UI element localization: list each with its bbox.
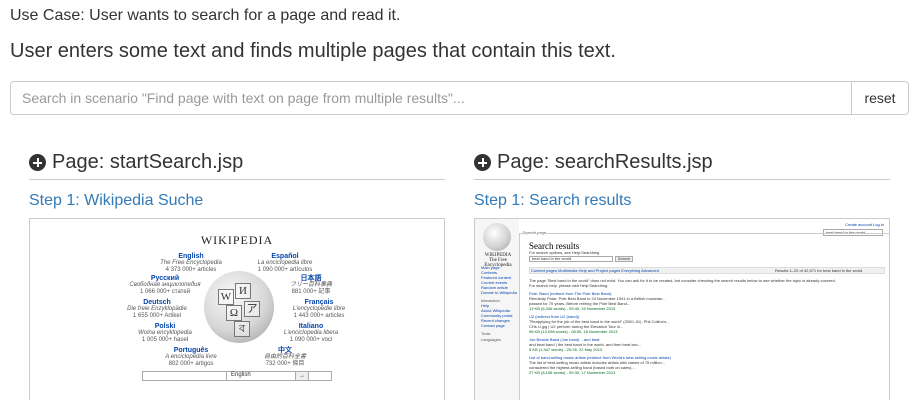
- lang-entry-portugues: Português A enciclopédia livre 802 000+ …: [165, 347, 217, 367]
- lang-entry-francais: Français L'encyclopédie libre 1 443 000+…: [292, 299, 346, 319]
- page-heading[interactable]: Page: searchResults.jsp: [474, 150, 890, 180]
- usecase-title: Use Case: User wants to search for a pag…: [10, 7, 401, 24]
- page-heading[interactable]: Page: startSearch.jsp: [29, 150, 445, 180]
- plus-circle-icon[interactable]: [474, 154, 491, 171]
- lang-entry-russian: Русский Свободная энциклопедия 1 066 000…: [129, 275, 201, 295]
- wikipedia-globe-icon: W И Ω ア ব: [204, 271, 274, 343]
- screenshot-search-results[interactable]: WIKIPEDIA The Free Encyclopedia Main page…: [474, 218, 890, 400]
- lang-entry-espanol: Español La enciclopedia libre 1 090 000+…: [257, 253, 313, 273]
- lang-entry-english: English The Free Encyclopedia 4 373 000+…: [160, 253, 222, 273]
- scenario-search-group: reset: [10, 81, 909, 115]
- page-heading-label: Page: searchResults.jsp: [497, 151, 713, 173]
- lang-entry-japanese: 日本語 フリー百科事典 881 000+ 記事: [289, 275, 332, 295]
- step-link-search-results[interactable]: Step 1: Search results: [474, 192, 890, 210]
- portal-language-select[interactable]: English: [226, 371, 292, 381]
- page-panel-search-results: Page: searchResults.jsp Step 1: Search r…: [474, 150, 890, 400]
- plus-circle-icon[interactable]: [29, 154, 46, 171]
- portal-go-button[interactable]: →: [295, 371, 309, 381]
- step-link-wikipedia-suche[interactable]: Step 1: Wikipedia Suche: [29, 192, 445, 210]
- lang-entry-chinese: 中文 自由的百科全書 732 000+ 條目: [263, 347, 306, 367]
- reset-button[interactable]: reset: [851, 81, 909, 115]
- lang-entry-deutsch: Deutsch Die freie Enzyklopädie 1 655 000…: [127, 299, 187, 319]
- screenshot-wikipedia-portal[interactable]: WIKIPEDIA English The Free Encyclopedia …: [29, 218, 445, 400]
- page-heading-label: Page: startSearch.jsp: [52, 151, 244, 173]
- results-sidebar: WIKIPEDIA The Free Encyclopedia Main page…: [475, 219, 519, 400]
- wikipedia-wordmark: WIKIPEDIA: [200, 233, 274, 247]
- scenario-search-input[interactable]: [10, 81, 851, 115]
- scenario-title: User enters some text and finds multiple…: [10, 40, 616, 62]
- wikipedia-logo-icon: [483, 223, 511, 251]
- lang-entry-italiano: Italiano L'enciclopedia libera 1 090 000…: [283, 323, 339, 343]
- page-panel-start-search: Page: startSearch.jsp Step 1: Wikipedia …: [29, 150, 445, 400]
- lang-entry-polski: Polski Wolna encyklopedia 1 005 000+ has…: [138, 323, 192, 343]
